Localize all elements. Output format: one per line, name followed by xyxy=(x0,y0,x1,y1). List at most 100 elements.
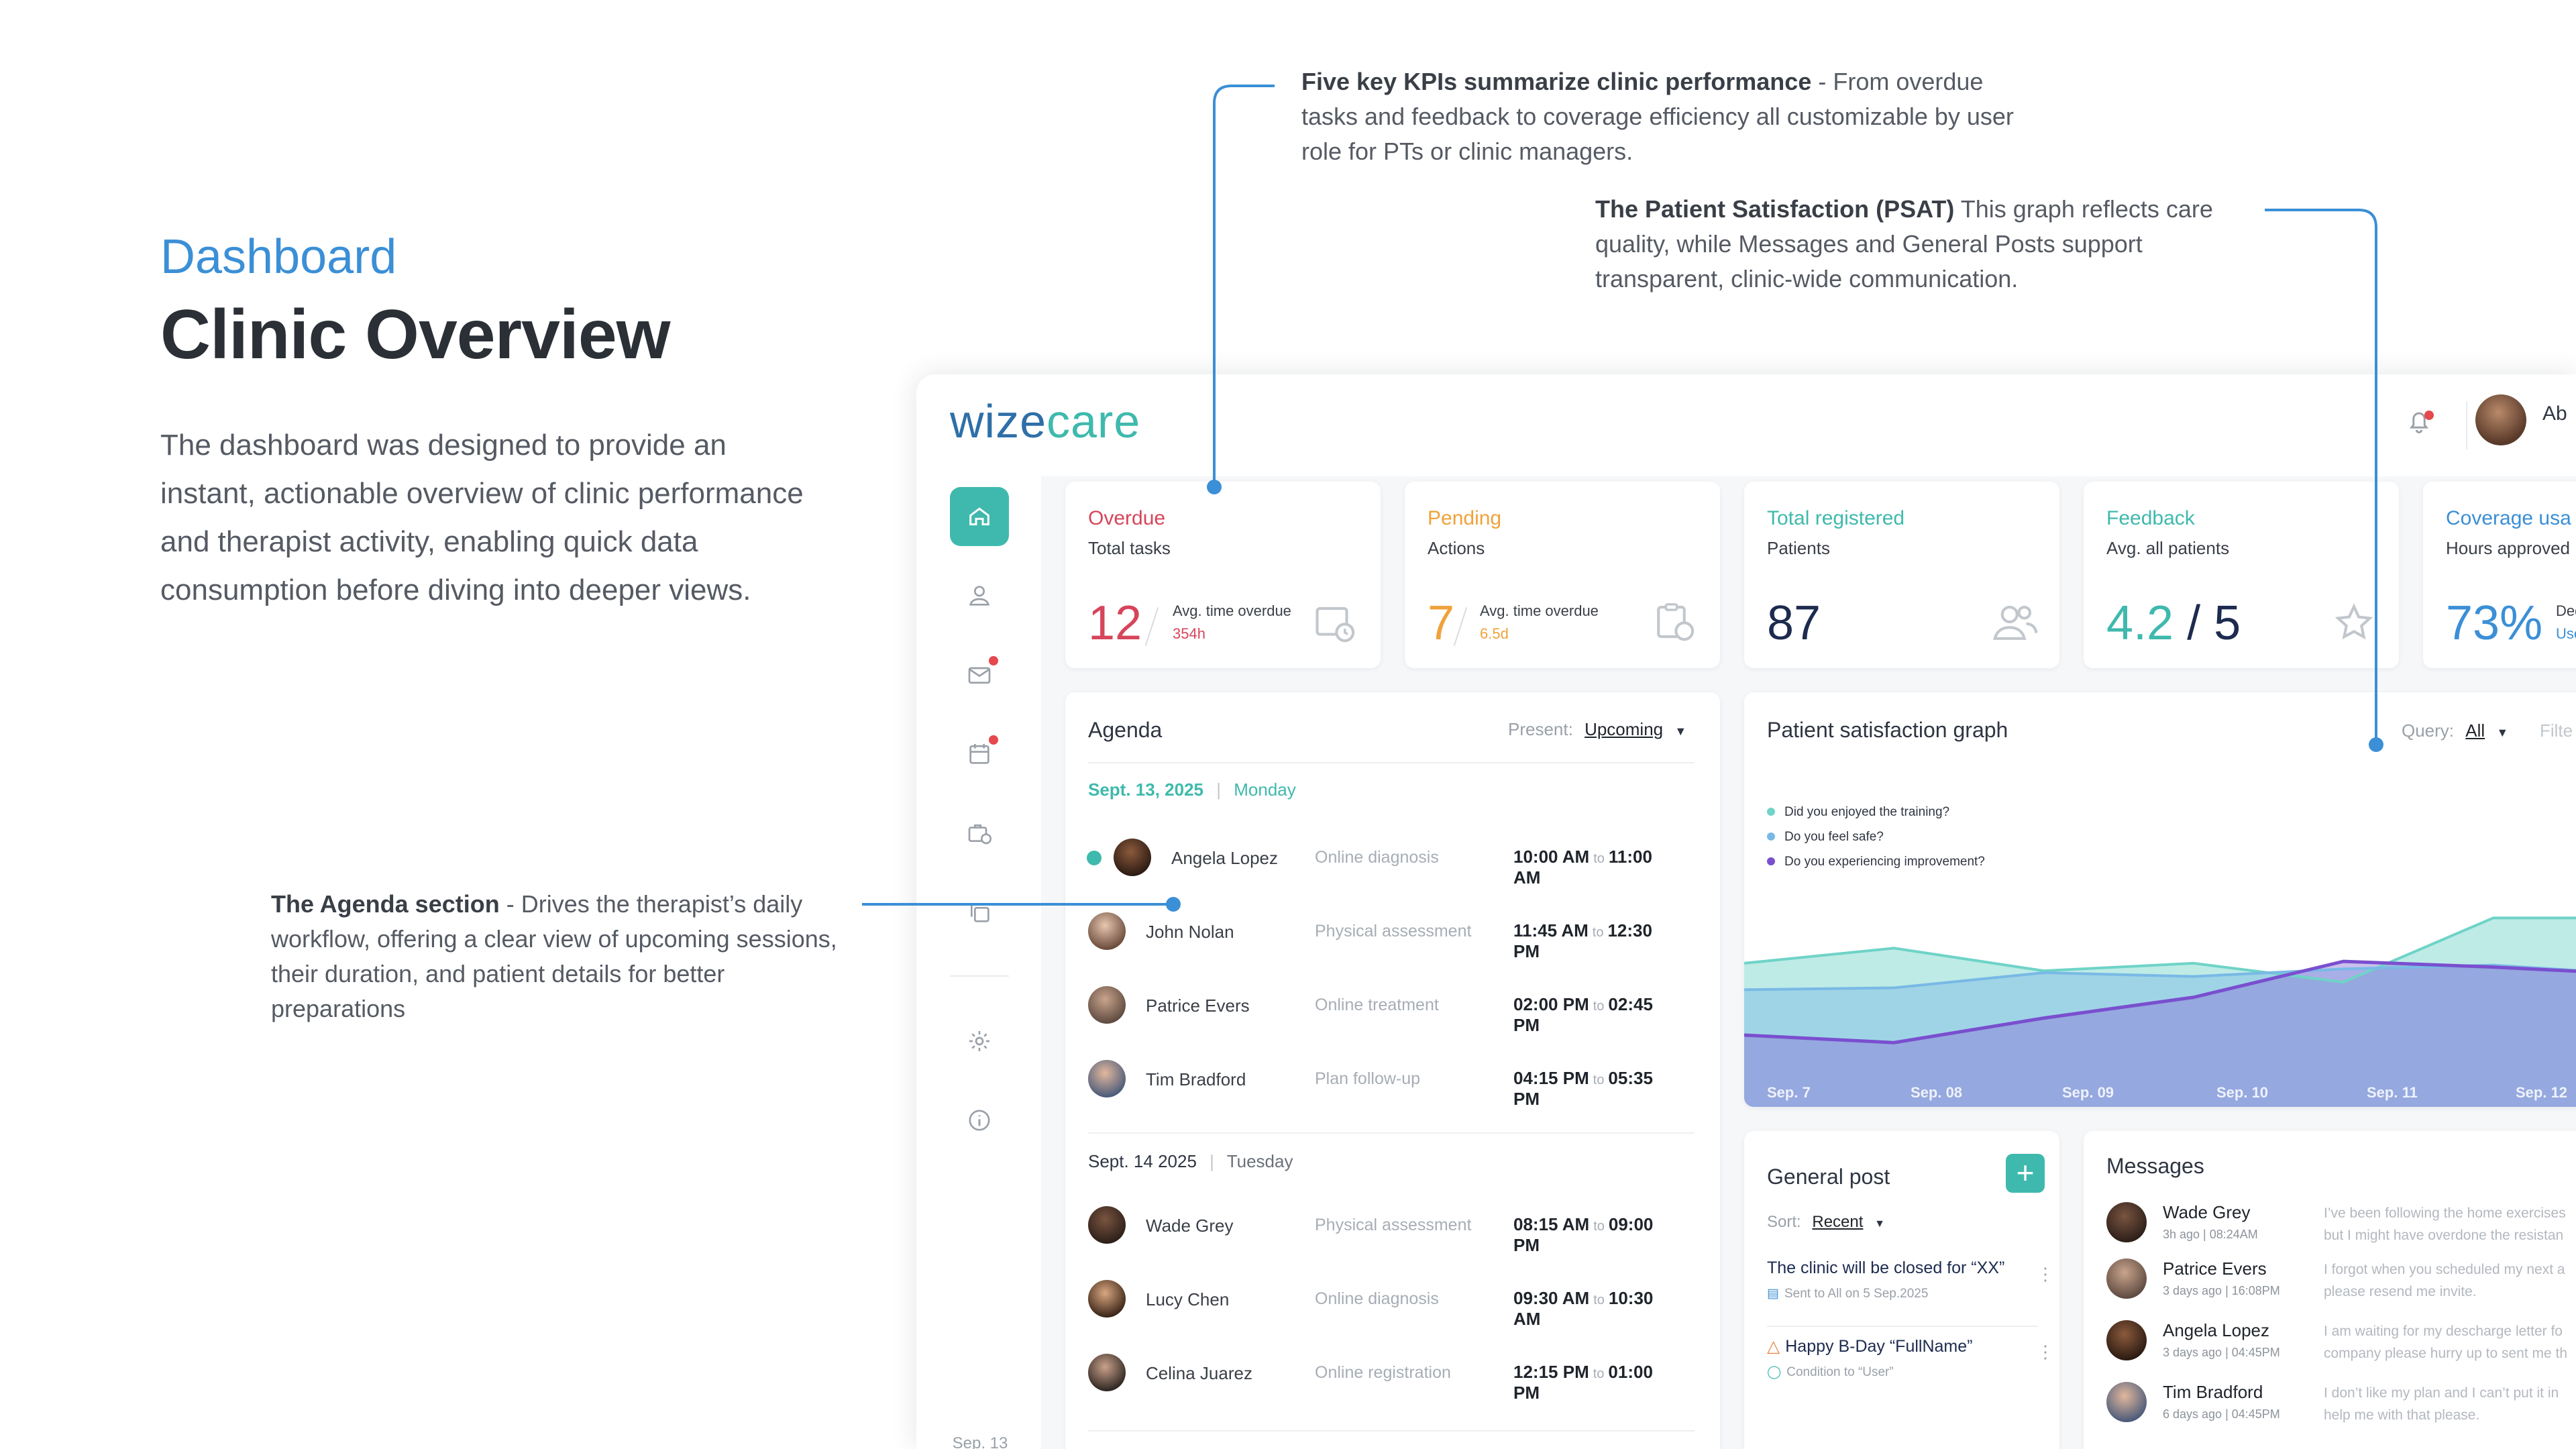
agenda-day-header: Sept. 13, 2025 | Monday xyxy=(1088,780,1296,800)
kpi-subtitle: Patients xyxy=(1767,538,1830,558)
clipboard-clock-icon xyxy=(1657,603,1695,641)
kpi-card-overdue[interactable]: Overdue Total tasks 12 Avg. time overdue… xyxy=(1065,482,1381,668)
agenda-present-filter[interactable]: Present: Upcoming ▼ xyxy=(1508,719,1686,740)
kpi-meta-label: Avg. time overdue xyxy=(1173,602,1291,619)
top-bar: wizecare Ab xyxy=(916,374,2576,476)
kpi-value: 87 xyxy=(1767,596,1821,650)
add-post-button[interactable]: + xyxy=(2006,1154,2045,1193)
post-meta: ◯ Condition to “User” xyxy=(1767,1365,1894,1379)
annotation-kpis-bold: Five key KPIs summarize clinic performan… xyxy=(1301,68,1812,95)
sidebar-tasks-button[interactable] xyxy=(950,804,1009,863)
mail-icon xyxy=(968,667,991,684)
avatar xyxy=(2106,1258,2147,1299)
agenda-weekday: Tuesday xyxy=(1226,1151,1293,1171)
session-time: 11:45 AM to 12:30 PM xyxy=(1513,920,1652,961)
sidebar-documents-button[interactable] xyxy=(950,883,1009,942)
app-logo[interactable]: wizecare xyxy=(950,394,1140,448)
post-item[interactable]: The clinic will be closed for “XX” ▤ Sent… xyxy=(1767,1258,2035,1301)
messages-card: Messages Wade Grey 3h ago | 08:24AM I’ve… xyxy=(2084,1131,2576,1449)
general-post-sort[interactable]: Sort: Recent ▼ xyxy=(1767,1213,1885,1232)
section-eyebrow: Dashboard xyxy=(160,230,397,284)
session-time: 04:15 PM to 05:35 PM xyxy=(1513,1068,1653,1109)
agenda-divider xyxy=(1088,1132,1695,1134)
kpi-card-total-registered[interactable]: Total registered Patients 87 xyxy=(1744,482,2059,668)
star-icon xyxy=(2334,603,2373,640)
post-more-icon[interactable]: ⋮ xyxy=(2037,1342,2054,1362)
notification-dot xyxy=(2424,411,2434,420)
message-item[interactable]: Angela Lopez 3 days ago | 04:45PM I am w… xyxy=(2106,1318,2576,1371)
user-name[interactable]: Ab xyxy=(2542,402,2567,425)
general-post-card: General post + Sort: Recent ▼ The clinic… xyxy=(1744,1131,2059,1449)
chevron-down-icon: ▼ xyxy=(1674,724,1687,738)
kpi-title: Coverage usa xyxy=(2446,507,2571,529)
kpi-card-pending[interactable]: Pending Actions 7 Avg. time overdue 6.5d xyxy=(1405,482,1720,668)
sidebar-calendar-button[interactable] xyxy=(950,724,1009,784)
message-item[interactable]: Tim Bradford 6 days ago | 04:45PM I don’… xyxy=(2106,1379,2576,1433)
legend-item-1: Do you feel safe? xyxy=(1767,824,1985,849)
psat-card: Patient satisfaction graph Query: All ▼ … xyxy=(1744,692,2576,1107)
avatar xyxy=(1088,1060,1126,1097)
kpi-subtitle: Total tasks xyxy=(1088,538,1171,558)
kpi-card-coverage[interactable]: Coverage usa Hours approved 73% Dedi Use… xyxy=(2423,482,2576,668)
psat-filter-button[interactable]: Filte xyxy=(2540,720,2573,741)
agenda-row[interactable]: Lucy Chen Online diagnosis 09:30 AM to 10:… xyxy=(1088,1275,1678,1329)
avatar xyxy=(2106,1320,2147,1360)
sidebar-patients-button[interactable] xyxy=(950,566,1009,625)
agenda-row[interactable]: Celina Juarez Online registration 12:15 … xyxy=(1088,1348,1678,1403)
kpi-value: 73% xyxy=(2446,596,2543,650)
general-post-title: General post xyxy=(1767,1165,1890,1189)
legend-swatch xyxy=(1767,808,1775,816)
logo-care: care xyxy=(1046,395,1141,447)
page-title: Clinic Overview xyxy=(160,296,671,374)
chevron-down-icon: ▼ xyxy=(2496,726,2509,739)
kpi-card-feedback[interactable]: Feedback Avg. all patients 4.2 / 5 xyxy=(2084,482,2399,668)
agenda-card: Agenda Present: Upcoming ▼ Sept. 13, 202… xyxy=(1065,692,1720,1449)
page-description: The dashboard was designed to provide an… xyxy=(160,429,804,606)
agenda-weekday: Monday xyxy=(1234,780,1296,800)
message-time: 3h ago | 08:24AM xyxy=(2163,1228,2258,1241)
sidebar-messages-button[interactable] xyxy=(950,645,1009,704)
post-more-icon[interactable]: ⋮ xyxy=(2037,1264,2054,1285)
legend-swatch xyxy=(1767,833,1775,841)
kpi-meta: Avg. time overdue 6.5d xyxy=(1480,600,1599,645)
whatsapp-icon: ◯ xyxy=(1767,1365,1782,1379)
info-icon xyxy=(969,1110,990,1131)
agenda-row[interactable]: Patrice Evers Online treatment 02:00 PM t… xyxy=(1088,981,1678,1035)
sender-name: Patrice Evers xyxy=(2163,1258,2267,1279)
message-item[interactable]: Patrice Evers 3 days ago | 16:08PM I for… xyxy=(2106,1256,2576,1309)
psat-query-filter[interactable]: Query: All ▼ xyxy=(2402,720,2508,741)
agenda-row[interactable]: Tim Bradford Plan follow-up 04:15 PM to 05… xyxy=(1088,1055,1678,1109)
sender-name: Wade Grey xyxy=(2163,1202,2251,1222)
agenda-row[interactable]: Angela Lopez Online diagnosis 10:00 AM to… xyxy=(1087,833,1678,888)
patient-name: Tim Bradford xyxy=(1146,1069,1246,1089)
sidebar-info-button[interactable] xyxy=(950,1091,1009,1150)
agenda-row[interactable]: Wade Grey Physical assessment 08:15 AM to… xyxy=(1088,1201,1678,1255)
kpi-meta-label: Avg. time overdue xyxy=(1480,602,1599,619)
sidebar-home-button[interactable] xyxy=(950,487,1009,546)
briefcase-clock-icon xyxy=(968,824,991,845)
copy-icon xyxy=(971,904,989,922)
calendar-dot xyxy=(989,735,998,745)
sidebar-date: Sep. 13 xyxy=(952,1434,1008,1449)
message-preview: I don’t like my plan and I can’t put it … xyxy=(2324,1385,2559,1423)
post-item[interactable]: △ Happy B-Day “FullName” ◯ Condition to “U… xyxy=(1767,1336,2035,1380)
session-type: Online registration xyxy=(1315,1363,1451,1382)
sidebar-divider xyxy=(950,975,1009,977)
cake-icon: △ xyxy=(1767,1337,1780,1356)
notification-bell-icon[interactable] xyxy=(2404,407,2438,443)
chevron-down-icon: ▼ xyxy=(1874,1218,1885,1230)
annotation-kpis: Five key KPIs summarize clinic performan… xyxy=(1301,64,2039,169)
present-value: Upcoming xyxy=(1585,719,1664,739)
message-time: 3 days ago | 16:08PM xyxy=(2163,1284,2280,1297)
message-item[interactable]: Wade Grey 3h ago | 08:24AM I’ve been fol… xyxy=(2106,1199,2576,1253)
agenda-divider xyxy=(1088,1430,1695,1432)
agenda-row[interactable]: John Nolan Physical assessment 11:45 AM t… xyxy=(1088,907,1678,961)
present-label: Present: xyxy=(1508,719,1573,739)
kpi-title: Pending xyxy=(1428,507,1502,529)
session-time: 08:15 AM to 09:00 PM xyxy=(1513,1214,1654,1255)
kpi-title: Total registered xyxy=(1767,507,1905,529)
user-avatar[interactable] xyxy=(2475,394,2526,445)
kpi-subtitle: Avg. all patients xyxy=(2106,538,2230,558)
sidebar-settings-button[interactable] xyxy=(950,1012,1009,1071)
kpi-meta: Dedi Used xyxy=(2556,600,2576,645)
